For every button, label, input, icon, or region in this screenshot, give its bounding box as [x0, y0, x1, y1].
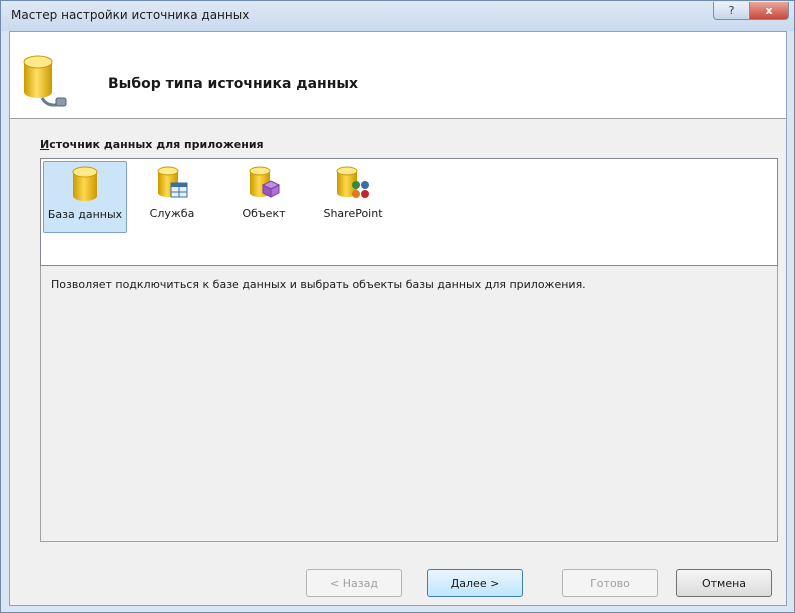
- cancel-button[interactable]: Отмена: [676, 569, 772, 597]
- wizard-body: Выбор типа источника данных Источник дан…: [9, 31, 787, 606]
- finish-button[interactable]: Готово: [562, 569, 658, 597]
- source-type-object[interactable]: Объект: [229, 161, 299, 233]
- object-icon: [249, 166, 281, 198]
- source-type-database[interactable]: База данных: [43, 161, 127, 233]
- description-text: Позволяет подключиться к базе данных и в…: [51, 278, 586, 291]
- close-button[interactable]: x: [749, 2, 789, 20]
- source-section-label: Источник данных для приложения: [40, 138, 264, 151]
- sharepoint-icon: [336, 166, 369, 198]
- close-icon: x: [765, 4, 773, 17]
- source-type-label: SharePoint: [323, 207, 383, 220]
- next-button[interactable]: Далее >: [427, 569, 523, 597]
- window-title: Мастер настройки источника данных: [11, 8, 250, 22]
- back-button[interactable]: < Назад: [306, 569, 402, 597]
- source-type-label: База данных: [47, 208, 123, 221]
- database-icon: [72, 166, 98, 201]
- source-types-list: База данных Служба Объект SharePoint: [40, 158, 778, 266]
- source-type-sharepoint[interactable]: SharePoint: [313, 161, 393, 233]
- title-bar: Мастер настройки источника данных ? x: [1, 1, 794, 31]
- database-plug-icon: [23, 55, 67, 107]
- help-icon: ?: [728, 4, 735, 17]
- source-type-label: Объект: [242, 207, 286, 220]
- source-type-label: Служба: [149, 207, 195, 220]
- source-type-service[interactable]: Служба: [137, 161, 207, 233]
- wizard-header: Выбор типа источника данных: [10, 32, 786, 119]
- page-title: Выбор типа источника данных: [108, 76, 359, 92]
- service-icon: [157, 166, 188, 198]
- help-button[interactable]: ?: [713, 2, 750, 20]
- description-panel: Позволяет подключиться к базе данных и в…: [40, 266, 778, 542]
- wizard-window: Мастер настройки источника данных ? x Вы…: [0, 0, 795, 613]
